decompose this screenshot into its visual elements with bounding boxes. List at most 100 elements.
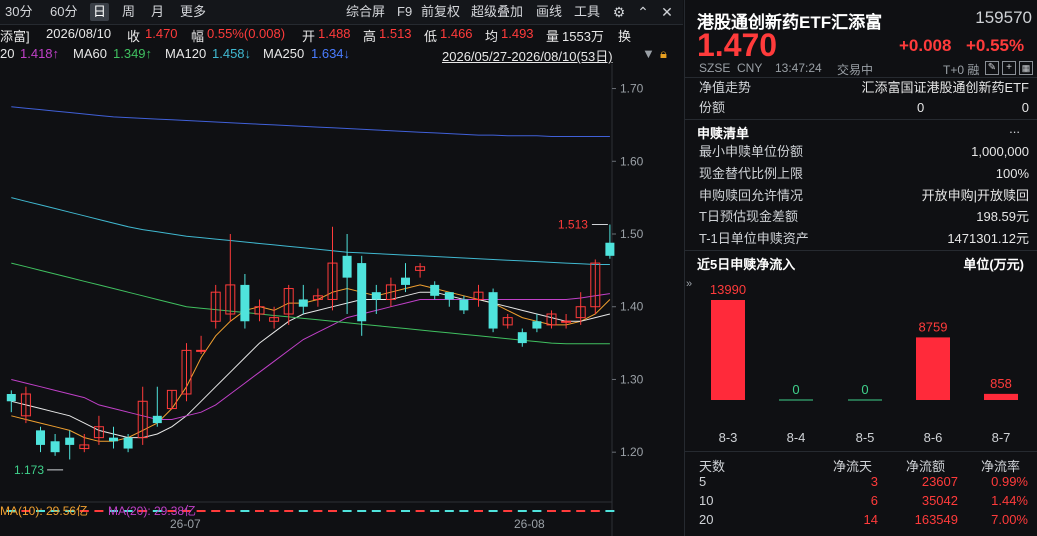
grid-icon[interactable]: ▦	[1019, 61, 1033, 75]
inflow-bar-chart: 13990 8-3 0 8-4 0 8-5 8759 8-6 858 8-7	[710, 282, 1018, 445]
period-day-tab[interactable]: 日	[90, 3, 110, 21]
inflow-value-label: 0	[861, 382, 868, 397]
tools-button[interactable]: 工具	[571, 3, 603, 21]
candle-body	[444, 292, 454, 300]
table-cell: 23607	[921, 474, 958, 489]
sub-row-value: 1471301.12元	[947, 231, 1029, 246]
period-60min-tab[interactable]: 60分	[47, 3, 80, 21]
y-tick-label: 1.70	[620, 82, 644, 96]
share-value-1: 0	[917, 100, 925, 115]
avg-label: 均	[485, 29, 499, 44]
inflow-bar	[916, 337, 950, 400]
sub-row-label: T日预估现金差额	[699, 209, 798, 224]
candle-body	[240, 284, 250, 322]
candle-body	[517, 332, 527, 344]
close-value: 1.470	[145, 26, 178, 41]
candle-body	[401, 277, 410, 285]
nav-row[interactable]: 净值走势 汇添富国证港股通创新药ETF	[699, 78, 1029, 98]
security-name-fragment: 添富]	[0, 29, 30, 44]
super-overlay-button[interactable]: 超级叠加	[468, 3, 526, 21]
volume-bar	[211, 510, 221, 512]
more-options-button[interactable]: ...	[1009, 121, 1020, 136]
period-30min-tab[interactable]: 30分	[2, 3, 35, 21]
chevron-up-icon[interactable]: ⌃	[634, 3, 652, 21]
gear-icon[interactable]: ⚙	[610, 3, 628, 21]
volume-value: 1553万	[562, 29, 604, 44]
f9-button[interactable]: F9	[394, 3, 415, 21]
period-month-tab[interactable]: 月	[148, 3, 167, 21]
ma-line-ma120	[11, 197, 610, 265]
volume-bar	[590, 510, 600, 512]
turnover-label: 换	[618, 29, 632, 44]
table-cell: 5	[699, 474, 707, 489]
inflow-bar	[984, 393, 1018, 400]
close-icon[interactable]: ✕	[658, 3, 676, 21]
inflow-title: 近5日申赎净流入	[697, 257, 796, 272]
forward-adjust-button[interactable]: 前复权	[418, 3, 463, 21]
candle-body	[532, 321, 542, 329]
sub-row: 最小申赎单位份额 1,000,000	[699, 142, 1029, 162]
candle-body	[298, 299, 308, 307]
lock-icon[interactable]: 🔒︎	[660, 46, 667, 62]
high-label: 高	[363, 29, 377, 44]
open-label: 开	[302, 29, 316, 44]
candle-body	[123, 437, 133, 449]
share-label: 份额	[699, 100, 726, 115]
x-tick-label: 26-08	[514, 517, 545, 531]
sub-row-label: 最小申赎单位份额	[699, 144, 804, 159]
period-week-tab[interactable]: 周	[119, 3, 138, 21]
trading-status: 交易中	[837, 63, 874, 77]
volume-bar	[561, 510, 571, 512]
collapse-panel-icon[interactable]: »	[684, 270, 694, 298]
ohlc-info-row: 添富] 2026/08/10 收 1.470 幅 0.55%(0.008) 开 …	[0, 24, 683, 44]
table-cell: 6	[870, 493, 878, 508]
sub-row-label: 申购赎回允许情况	[699, 188, 804, 203]
ma20-value: 1.418↑	[20, 46, 60, 61]
dropdown-arrow-icon[interactable]: ▼	[642, 46, 655, 61]
market-code: SZSE	[699, 61, 731, 75]
sub-row-value: 198.59元	[976, 209, 1029, 224]
table-cell: 20	[699, 512, 714, 527]
composite-screen-button[interactable]: 综合屏	[343, 3, 388, 21]
y-tick-label: 1.20	[620, 445, 644, 459]
more-periods-button[interactable]: 更多	[177, 3, 209, 21]
close-label: 收	[127, 29, 141, 44]
volume-bar	[459, 510, 469, 512]
low-value: 1.466	[440, 26, 473, 41]
nav-fund-name: 汇添富国证港股通创新药ETF	[861, 80, 1029, 95]
draw-line-button[interactable]: 画线	[533, 3, 565, 21]
volume-bar	[298, 510, 308, 512]
price-change-pct: +0.55%	[966, 36, 1025, 55]
volume-bar	[547, 510, 556, 512]
inflow-unit: 单位(万元)	[963, 257, 1024, 272]
edit-icon[interactable]: ✎	[985, 61, 999, 75]
sub-row: 现金替代比例上限 100%	[699, 164, 1029, 184]
volume-bar	[532, 510, 542, 512]
date-range[interactable]: 2026/05/27-2026/08/10(53日)	[442, 46, 613, 65]
currency: CNY	[737, 61, 763, 75]
chart-toolbar: 30分 60分 日 周 月 更多 综合屏 F9 前复权 超级叠加 画线 工具 ⚙…	[0, 0, 683, 25]
sub-row: T日预估现金差额 198.59元	[699, 207, 1029, 227]
volume-bar	[240, 510, 250, 512]
candle-body	[488, 292, 498, 329]
inflow-date-label: 8-5	[856, 430, 875, 445]
share-row: 份额 0 0	[699, 98, 1029, 118]
candle-body	[65, 437, 75, 445]
candlestick-chart[interactable]: 1.70 1.60 1.50 1.40 1.30 1.20 1.513 1.173 26-07 2…	[0, 64, 683, 536]
inflow-bar	[711, 300, 745, 400]
share-value-2: 0	[1021, 100, 1029, 115]
volume-label: 量	[546, 29, 560, 44]
candle-body	[152, 415, 162, 424]
quote-time: 13:47:24	[775, 61, 822, 75]
nav-label: 净值走势	[699, 80, 752, 95]
inflow-value-label: 0	[792, 382, 799, 397]
y-tick-label: 1.50	[620, 227, 644, 241]
col-header-net-rate: 净流率	[981, 459, 1021, 474]
inflow-date-label: 8-6	[924, 430, 943, 445]
add-icon[interactable]: +	[1002, 61, 1016, 75]
subscription-title: 申赎清单	[697, 126, 750, 141]
ma60-value: 1.349↑	[113, 46, 153, 61]
inflow-value-label: 8759	[919, 319, 948, 334]
bar-date: 2026/08/10	[46, 26, 112, 41]
volume-bar	[474, 510, 483, 512]
